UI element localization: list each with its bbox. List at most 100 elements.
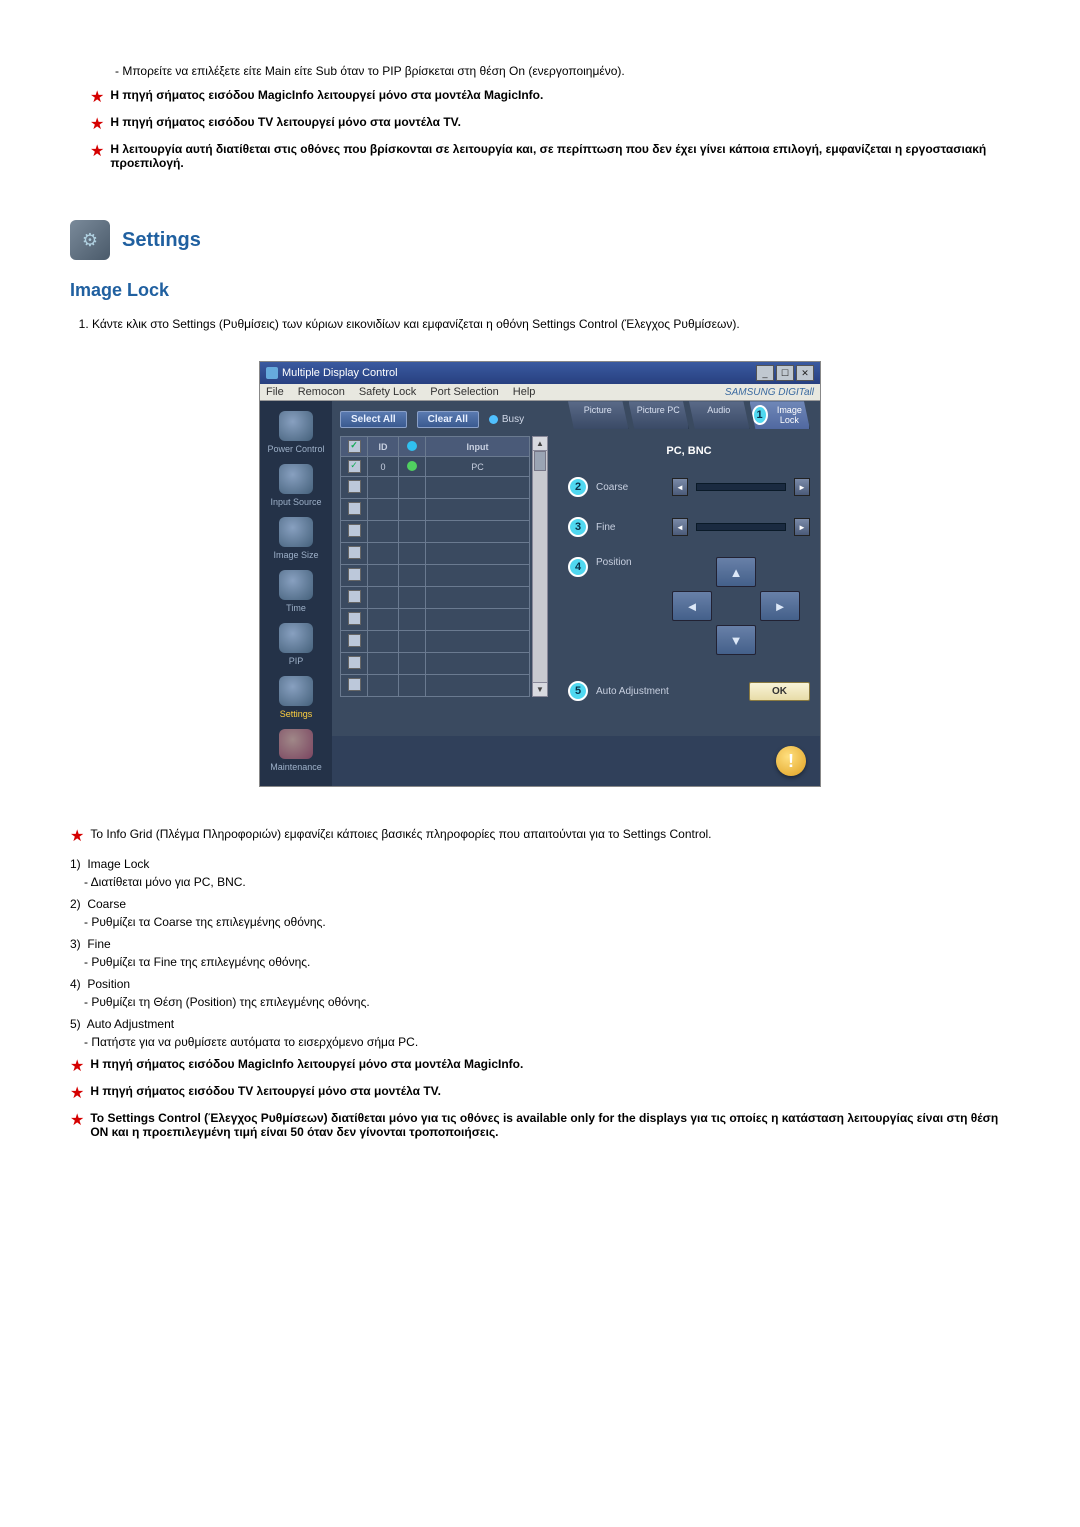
- subsection-title: Image Lock: [70, 280, 1010, 301]
- tab-audio[interactable]: Audio: [689, 401, 750, 429]
- maintenance-icon: [279, 729, 313, 759]
- fine-slider[interactable]: [696, 523, 786, 531]
- row-check[interactable]: [341, 609, 368, 631]
- fine-label: Fine: [596, 522, 664, 533]
- window-title: Multiple Display Control: [282, 367, 398, 379]
- tab-image-lock[interactable]: 1 Image Lock: [750, 401, 811, 429]
- status-dot-icon: [407, 461, 417, 471]
- rail-time[interactable]: Time: [261, 570, 331, 613]
- tab-picture[interactable]: Picture: [568, 401, 629, 429]
- badge-3-icon: 3: [568, 517, 588, 537]
- badge-4-icon: 4: [568, 557, 588, 577]
- menu-safety-lock[interactable]: Safety Lock: [359, 386, 416, 398]
- rail-label: Settings: [280, 709, 313, 719]
- min-button[interactable]: _: [756, 365, 774, 381]
- desc-1: 1) Image Lock: [70, 857, 1010, 871]
- select-all-button[interactable]: Select All: [340, 411, 407, 428]
- badge-2-icon: 2: [568, 477, 588, 497]
- time-icon: [279, 570, 313, 600]
- star-icon: ★: [70, 827, 84, 846]
- pos-up[interactable]: ▲: [716, 557, 756, 587]
- tab-label: Image Lock: [772, 405, 807, 425]
- row-check[interactable]: [341, 457, 368, 477]
- menu-file[interactable]: File: [266, 386, 284, 398]
- fine-inc[interactable]: ►: [794, 518, 810, 536]
- settings-icon: [279, 676, 313, 706]
- row-check[interactable]: [341, 565, 368, 587]
- desc-5: 5) Auto Adjustment: [70, 1017, 1010, 1031]
- star-icon: ★: [70, 1057, 84, 1076]
- menubar: File Remocon Safety Lock Port Selection …: [260, 384, 820, 401]
- busy-indicator-icon: [489, 415, 498, 424]
- ok-button[interactable]: OK: [749, 682, 810, 701]
- row-check[interactable]: [341, 499, 368, 521]
- step-1: Κάντε κλικ στο Settings (Ρυθμίσεις) των …: [92, 317, 1010, 331]
- row-check[interactable]: [341, 521, 368, 543]
- busy-label: Busy: [502, 414, 524, 425]
- position-label: Position: [596, 557, 664, 568]
- scroll-down-icon[interactable]: ▼: [533, 682, 547, 696]
- rail-image-size[interactable]: Image Size: [261, 517, 331, 560]
- menu-remocon[interactable]: Remocon: [298, 386, 345, 398]
- close-button[interactable]: ✕: [796, 365, 814, 381]
- pos-right[interactable]: ►: [760, 591, 800, 621]
- desc-info-grid: Το Info Grid (Πλέγμα Πληροφοριών) εμφανί…: [90, 827, 1010, 841]
- star-icon: ★: [70, 1111, 84, 1130]
- titlebar: Multiple Display Control _ ☐ ✕: [260, 362, 820, 384]
- panel-title: PC, BNC: [568, 445, 810, 457]
- scroll-thumb[interactable]: [534, 451, 546, 471]
- desc-5-sub: - Πατήστε για να ρυθμίσετε αυτόματα το ε…: [84, 1035, 1010, 1049]
- rail-label: PIP: [289, 656, 304, 666]
- row-check[interactable]: [341, 631, 368, 653]
- row-id: 0: [368, 457, 399, 477]
- rail-label: Input Source: [270, 497, 321, 507]
- col-status: [399, 437, 426, 457]
- row-check[interactable]: [341, 477, 368, 499]
- row-check[interactable]: [341, 587, 368, 609]
- rail-pip[interactable]: PIP: [261, 623, 331, 666]
- row-input: PC: [426, 457, 530, 477]
- rail-label: Maintenance: [270, 762, 322, 772]
- settings-section-icon: ⚙: [70, 220, 110, 260]
- star-icon: ★: [90, 115, 104, 134]
- left-rail: Power Control Input Source Image Size Ti…: [260, 401, 332, 786]
- col-id: ID: [368, 437, 399, 457]
- tab-picture-pc[interactable]: Picture PC: [629, 401, 690, 429]
- clear-all-button[interactable]: Clear All: [417, 411, 479, 428]
- col-check[interactable]: [341, 437, 368, 457]
- row-check[interactable]: [341, 653, 368, 675]
- rail-input-source[interactable]: Input Source: [261, 464, 331, 507]
- coarse-inc[interactable]: ►: [794, 478, 810, 496]
- pos-left[interactable]: ◄: [672, 591, 712, 621]
- pos-down[interactable]: ▼: [716, 625, 756, 655]
- note-availability: Η λειτουργία αυτή διατίθεται στις οθόνες…: [110, 142, 1010, 170]
- section-title: Settings: [122, 229, 201, 252]
- rail-settings[interactable]: Settings: [261, 676, 331, 719]
- imagesize-icon: [279, 517, 313, 547]
- desc-4: 4) Position: [70, 977, 1010, 991]
- note-tv: Η πηγή σήματος εισόδου TV λειτουργεί μόν…: [110, 115, 1010, 129]
- max-button[interactable]: ☐: [776, 365, 794, 381]
- scroll-up-icon[interactable]: ▲: [533, 437, 547, 451]
- coarse-dec[interactable]: ◄: [672, 478, 688, 496]
- grid-scrollbar[interactable]: ▲ ▼: [532, 436, 548, 697]
- desc-2: 2) Coarse: [70, 897, 1010, 911]
- desc-2-sub: - Ρυθμίζει τα Coarse της επιλεγμένης οθό…: [84, 915, 1010, 929]
- app-window: Multiple Display Control _ ☐ ✕ File Remo…: [259, 361, 821, 787]
- rail-power-control[interactable]: Power Control: [261, 411, 331, 454]
- app-icon: [266, 367, 278, 379]
- desc-1-sub: - Διατίθεται μόνο για PC, BNC.: [84, 875, 1010, 889]
- note-magicinfo: Η πηγή σήματος εισόδου MagicInfo λειτουρ…: [110, 88, 1010, 102]
- note-settings-control: Το Settings Control (Έλεγχος Ρυθμίσεων) …: [90, 1111, 1010, 1139]
- desc-3-sub: - Ρυθμίζει τα Fine της επιλεγμένης οθόνη…: [84, 955, 1010, 969]
- coarse-slider[interactable]: [696, 483, 786, 491]
- desc-4-sub: - Ρυθμίζει τη Θέση (Position) της επιλεγ…: [84, 995, 1010, 1009]
- row-check[interactable]: [341, 675, 368, 697]
- menu-port-selection[interactable]: Port Selection: [430, 386, 498, 398]
- row-check[interactable]: [341, 543, 368, 565]
- fine-dec[interactable]: ◄: [672, 518, 688, 536]
- pip-icon: [279, 623, 313, 653]
- menu-help[interactable]: Help: [513, 386, 536, 398]
- rail-maintenance[interactable]: Maintenance: [261, 729, 331, 772]
- input-icon: [279, 464, 313, 494]
